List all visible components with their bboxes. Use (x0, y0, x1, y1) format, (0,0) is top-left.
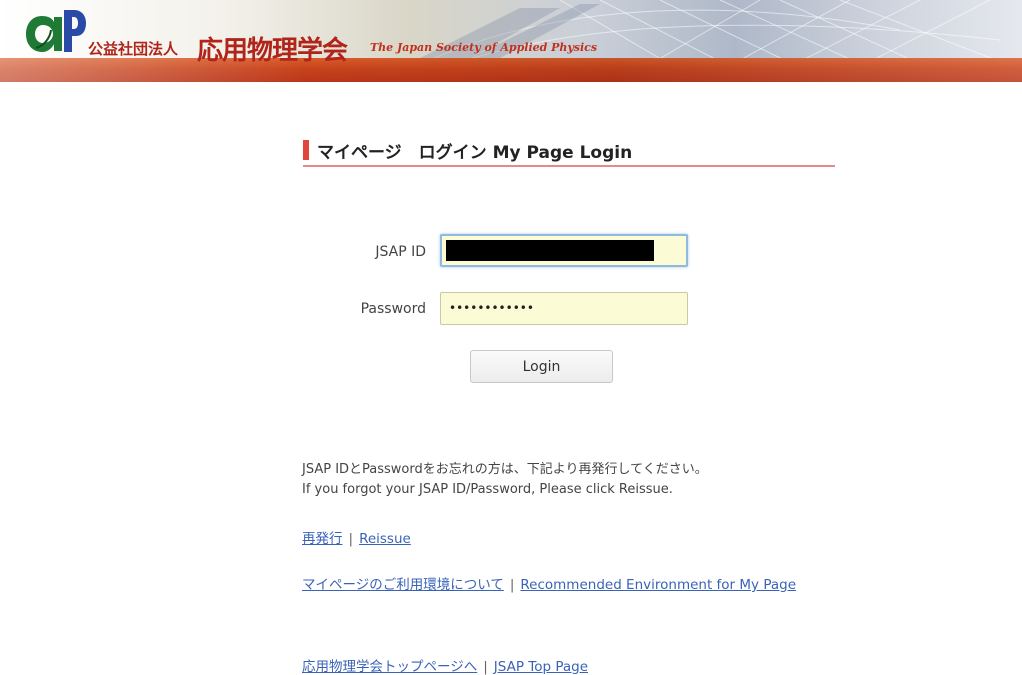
link-separator: | (348, 531, 354, 547)
environment-link-en[interactable]: Recommended Environment for My Page (520, 577, 796, 593)
title-accent-bar (303, 140, 309, 160)
password-field[interactable]: •••••••••••• (440, 292, 688, 325)
reissue-link-en[interactable]: Reissue (359, 531, 411, 547)
top-page-link-jp[interactable]: 応用物理学会トップページへ (302, 659, 477, 675)
forgot-help-jp: JSAP IDとPasswordをお忘れの方は、下記より再発行してください。 (302, 462, 708, 477)
password-label: Password (360, 301, 426, 317)
link-separator: | (483, 659, 488, 675)
header-band-shade (0, 58, 1022, 82)
reissue-link-jp[interactable]: 再発行 (302, 531, 343, 547)
password-masked-value: •••••••••••• (449, 301, 534, 315)
top-page-link-en[interactable]: JSAP Top Page (494, 659, 588, 675)
site-header: 公益社団法人 応用物理学会 The Japan Society of Appli… (0, 0, 1022, 82)
environment-link-jp[interactable]: マイページのご利用環境について (302, 577, 504, 593)
jsap-id-label: JSAP ID (375, 244, 426, 260)
org-name: 応用物理学会 (197, 36, 348, 66)
login-button[interactable]: Login (470, 350, 613, 383)
page-title: マイページ ログイン My Page Login (317, 143, 633, 163)
link-separator: | (509, 577, 515, 593)
login-section-title: マイページ ログイン My Page Login (303, 137, 835, 167)
redacted-id-value (446, 240, 654, 261)
org-english-name: The Japan Society of Applied Physics (370, 41, 598, 54)
top-page-links: 応用物理学会トップページへ | JSAP Top Page (302, 655, 588, 675)
forgot-help-en: If you forgot your JSAP ID/Password, Ple… (302, 482, 673, 497)
environment-links: マイページのご利用環境について | Recommended Environment … (302, 573, 796, 593)
reissue-links: 再発行 | Reissue (302, 527, 411, 547)
jsap-id-field[interactable] (440, 234, 688, 267)
jsap-logo-icon[interactable] (24, 8, 86, 58)
org-prefix: 公益社団法人 (88, 40, 179, 58)
